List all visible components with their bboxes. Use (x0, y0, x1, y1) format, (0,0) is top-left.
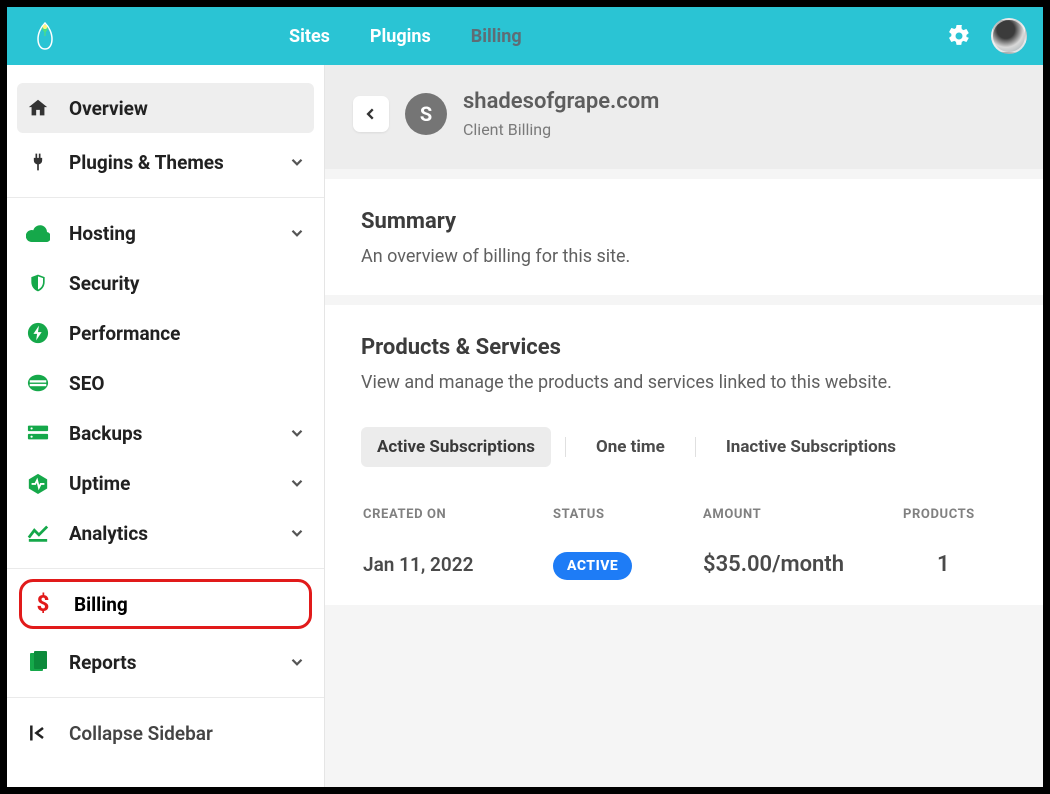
sidebar-item-label: Performance (69, 322, 180, 345)
sidebar-item-hosting[interactable]: Hosting (7, 208, 324, 258)
sidebar: Overview Plugins & Themes Hosting (7, 65, 325, 787)
site-header: S shadesofgrape.com Client Billing (325, 65, 1043, 169)
cell-products: 1 (903, 552, 1005, 577)
cell-created: Jan 11, 2022 (363, 553, 553, 576)
top-nav: Sites Plugins Billing (289, 26, 522, 47)
sidebar-item-label: Reports (69, 651, 136, 674)
nav-billing[interactable]: Billing (471, 26, 522, 47)
sidebar-item-seo[interactable]: SEO (7, 358, 324, 408)
status-badge: ACTIVE (553, 552, 632, 580)
sidebar-item-label: Hosting (69, 222, 136, 245)
col-amount: AMOUNT (703, 507, 903, 522)
sidebar-item-reports[interactable]: Reports (7, 637, 324, 687)
table-header: CREATED ON STATUS AMOUNT PRODUCTS (361, 507, 1007, 522)
sidebar-item-label: SEO (69, 372, 105, 395)
table-row[interactable]: Jan 11, 2022 ACTIVE $35.00/month 1 (361, 552, 1007, 605)
back-button[interactable] (353, 96, 389, 132)
sidebar-item-label: Backups (69, 422, 142, 445)
home-icon (25, 95, 51, 121)
sidebar-item-label: Overview (69, 97, 148, 120)
nav-sites[interactable]: Sites (289, 26, 330, 47)
chevron-down-icon (288, 224, 306, 242)
app-window: Sites Plugins Billing Overview Plugins &… (7, 7, 1043, 787)
products-section: Products & Services View and manage the … (325, 305, 1043, 605)
summary-desc: An overview of billing for this site. (361, 246, 1007, 267)
chevron-down-icon (288, 653, 306, 671)
sidebar-item-backups[interactable]: Backups (7, 408, 324, 458)
products-title: Products & Services (361, 335, 1007, 360)
plug-icon (25, 149, 51, 175)
app-logo[interactable] (31, 22, 59, 50)
site-title: shadesofgrape.com (463, 89, 659, 114)
sidebar-item-security[interactable]: Security (7, 258, 324, 308)
summary-section: Summary An overview of billing for this … (325, 179, 1043, 295)
col-products: PRODUCTS (903, 507, 1005, 522)
sidebar-item-label: Billing (74, 593, 128, 616)
filter-inactive-subscriptions[interactable]: Inactive Subscriptions (710, 427, 912, 467)
user-avatar[interactable] (991, 18, 1027, 54)
collapse-icon (25, 720, 51, 746)
site-subtitle: Client Billing (463, 120, 659, 139)
chart-line-icon (25, 520, 51, 546)
bolt-icon (25, 320, 51, 346)
uptime-icon (25, 470, 51, 496)
sidebar-item-analytics[interactable]: Analytics (7, 508, 324, 558)
sidebar-item-label: Collapse Sidebar (69, 722, 213, 745)
sidebar-item-overview[interactable]: Overview (17, 83, 314, 133)
col-status: STATUS (553, 507, 703, 522)
filter-one-time[interactable]: One time (580, 427, 681, 467)
separator (695, 437, 696, 457)
sidebar-item-plugins-themes[interactable]: Plugins & Themes (7, 137, 324, 187)
cell-amount: $35.00/month (703, 552, 903, 577)
chevron-down-icon (288, 424, 306, 442)
products-desc: View and manage the products and service… (361, 372, 1007, 393)
sidebar-item-label: Uptime (69, 472, 130, 495)
reports-icon (25, 649, 51, 675)
col-created: CREATED ON (363, 507, 553, 522)
seo-icon (25, 370, 51, 396)
sidebar-item-label: Plugins & Themes (69, 151, 224, 174)
sidebar-item-performance[interactable]: Performance (7, 308, 324, 358)
chevron-down-icon (288, 474, 306, 492)
summary-title: Summary (361, 209, 1007, 234)
chevron-down-icon (288, 153, 306, 171)
chevron-down-icon (288, 524, 306, 542)
main-content: S shadesofgrape.com Client Billing Summa… (325, 65, 1043, 787)
sidebar-item-label: Analytics (69, 522, 148, 545)
sidebar-item-billing[interactable]: $ Billing (19, 579, 312, 629)
separator (565, 437, 566, 457)
cell-status: ACTIVE (553, 555, 703, 574)
dollar-icon: $ (30, 591, 56, 617)
storage-icon (25, 420, 51, 446)
filter-active-subscriptions[interactable]: Active Subscriptions (361, 427, 551, 467)
settings-gear-icon[interactable] (947, 24, 971, 48)
shield-icon (25, 270, 51, 296)
cloud-icon (25, 220, 51, 246)
sidebar-item-uptime[interactable]: Uptime (7, 458, 324, 508)
topbar: Sites Plugins Billing (7, 7, 1043, 65)
site-badge: S (405, 93, 447, 135)
filter-row: Active Subscriptions One time Inactive S… (361, 427, 1007, 467)
nav-plugins[interactable]: Plugins (370, 26, 431, 47)
sidebar-item-collapse[interactable]: Collapse Sidebar (7, 708, 324, 758)
sidebar-item-label: Security (69, 272, 139, 295)
